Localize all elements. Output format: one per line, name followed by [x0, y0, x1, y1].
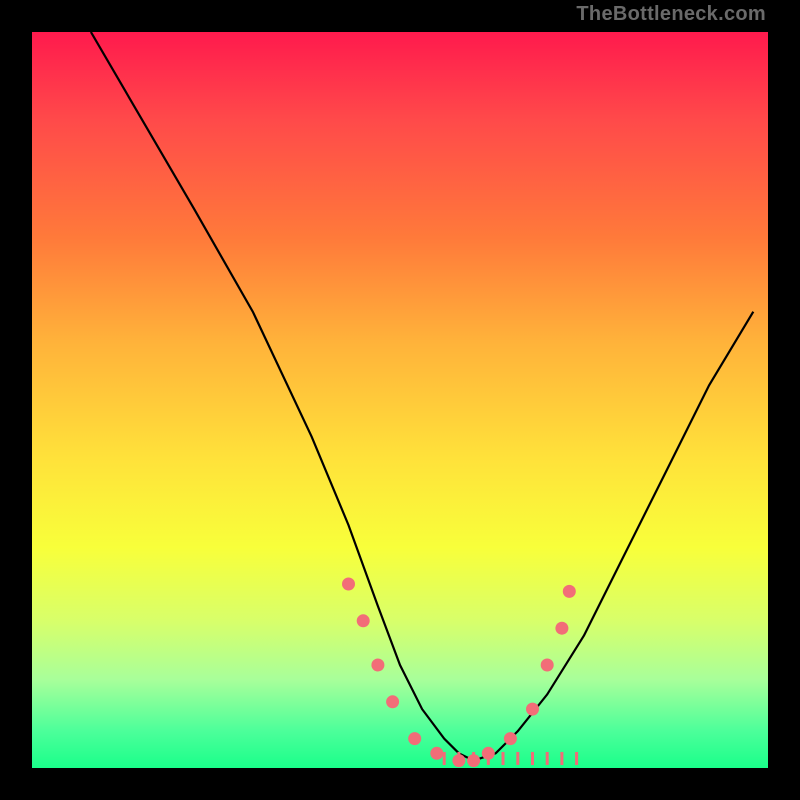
- data-marker: [386, 695, 399, 708]
- bottleneck-curve: [91, 32, 753, 761]
- data-marker: [408, 732, 421, 745]
- chart-svg: [32, 32, 768, 768]
- data-marker: [526, 703, 539, 716]
- chart-frame: TheBottleneck.com: [0, 0, 800, 800]
- data-marker: [430, 747, 443, 760]
- data-marker: [563, 585, 576, 598]
- data-marker: [555, 622, 568, 635]
- data-marker: [371, 659, 384, 672]
- data-marker: [541, 659, 554, 672]
- data-marker: [504, 732, 517, 745]
- data-marker: [342, 578, 355, 591]
- attribution-text: TheBottleneck.com: [576, 3, 766, 26]
- data-marker: [357, 614, 370, 627]
